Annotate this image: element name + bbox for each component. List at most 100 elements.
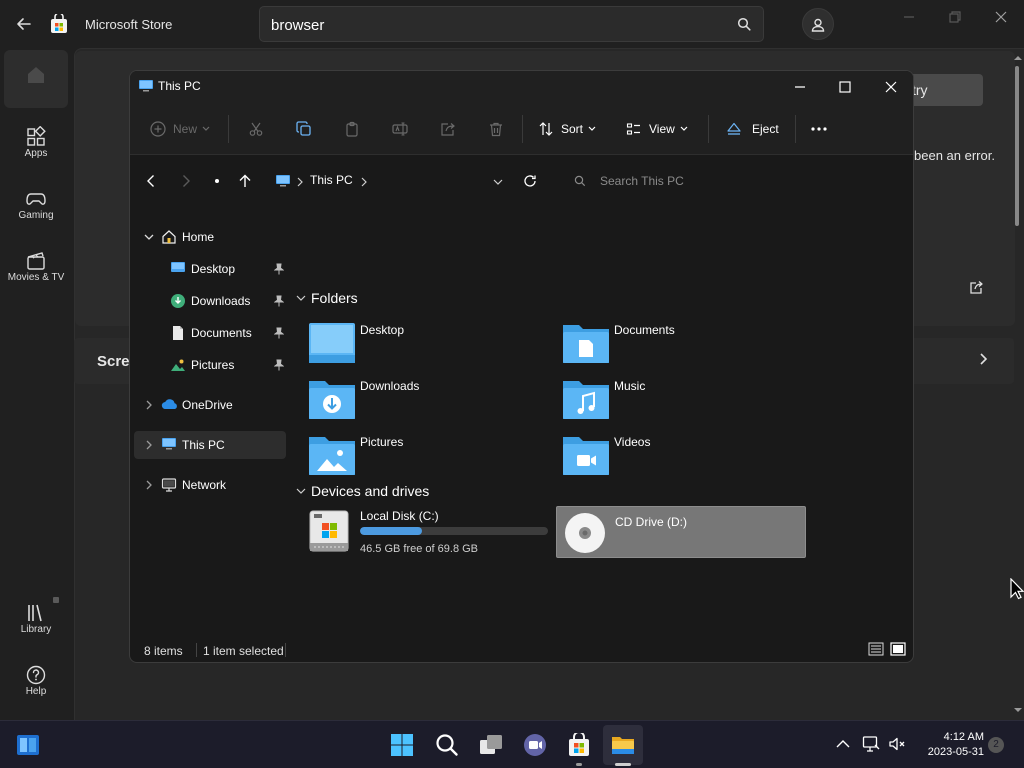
nav-item-downloads-label: Downloads — [191, 294, 251, 308]
notification-badge[interactable]: 2 — [988, 737, 1004, 753]
retry-button-label: try — [912, 82, 928, 98]
new-button[interactable]: New — [150, 117, 210, 141]
store-search-input[interactable] — [271, 15, 711, 35]
library-icon — [28, 604, 42, 622]
drive-name: Local Disk (C:) — [360, 509, 439, 523]
gamepad-icon — [26, 193, 46, 205]
clock-time: 4:12 AM — [943, 731, 984, 743]
explorer-content: Folders Desktop Documents Downloads Musi… — [290, 207, 913, 637]
new-button-label: New — [173, 122, 198, 136]
nav-apps[interactable]: Apps — [4, 112, 68, 170]
chevron-right-icon — [146, 440, 152, 450]
search-icon[interactable] — [435, 733, 459, 757]
clock-date: 2023-05-31 — [927, 746, 984, 758]
nav-item-documents[interactable]: Documents — [134, 319, 286, 347]
videos-folder-icon — [563, 437, 609, 475]
nav-item-onedrive[interactable]: OneDrive — [134, 391, 286, 419]
view-button-label: View — [649, 122, 675, 136]
scroll-thumb[interactable] — [1015, 66, 1019, 226]
folder-pictures[interactable]: Pictures — [302, 429, 552, 481]
chevron-right-icon — [297, 177, 303, 187]
nav-gaming[interactable]: Gaming — [4, 174, 68, 232]
view-button[interactable]: View — [626, 117, 688, 141]
nav-item-home[interactable]: Home — [134, 223, 286, 251]
share-button[interactable] — [440, 117, 456, 141]
devices-group-header[interactable]: Devices and drives — [296, 483, 429, 499]
recent-locations-icon[interactable] — [209, 173, 225, 189]
chevron-up-icon[interactable] — [834, 735, 852, 753]
close-icon[interactable] — [883, 79, 899, 95]
toolbar-separator — [795, 115, 796, 143]
nav-gaming-label: Gaming — [18, 210, 54, 221]
nav-item-pictures[interactable]: Pictures — [134, 351, 286, 379]
system-clock[interactable]: 4:12 AM 2023-05-31 — [912, 730, 984, 760]
network-icon[interactable] — [862, 735, 880, 753]
details-view-icon[interactable] — [868, 642, 884, 656]
eject-button[interactable]: Eject — [726, 117, 779, 141]
music-folder-icon — [563, 381, 609, 419]
folder-documents[interactable]: Documents — [556, 317, 806, 369]
minimize-icon[interactable] — [901, 9, 917, 25]
retry-button[interactable]: try — [903, 74, 983, 106]
share-icon[interactable] — [968, 280, 984, 296]
drive-cd-drive-d[interactable]: CD Drive (D:) — [556, 506, 806, 558]
chevron-right-icon[interactable] — [976, 352, 990, 366]
nav-item-downloads[interactable]: Downloads — [134, 287, 286, 315]
forward-arrow-icon[interactable] — [178, 173, 194, 189]
pin-icon — [274, 263, 284, 275]
user-account-button[interactable] — [802, 8, 834, 40]
folder-music[interactable]: Music — [556, 373, 806, 425]
downloads-folder-icon — [309, 381, 355, 419]
explorer-search-box[interactable] — [560, 167, 872, 195]
computer-icon — [276, 175, 290, 187]
store-logo-icon — [50, 14, 68, 34]
nav-item-desktop[interactable]: Desktop — [134, 255, 286, 283]
start-windows-icon[interactable] — [390, 733, 414, 757]
folder-desktop[interactable]: Desktop — [302, 317, 552, 369]
cut-button[interactable] — [248, 117, 264, 141]
back-arrow-icon[interactable] — [14, 14, 34, 34]
store-scrollbar[interactable] — [1013, 52, 1023, 718]
folders-group-header[interactable]: Folders — [296, 290, 358, 306]
search-icon[interactable] — [737, 17, 751, 31]
library-update-dot — [53, 597, 59, 603]
file-explorer-window: This PC New Sort View Eject This PC Sear… — [129, 70, 914, 663]
delete-button[interactable] — [488, 117, 504, 141]
folder-videos[interactable]: Videos — [556, 429, 806, 481]
screenshots-heading: Scre — [97, 353, 130, 370]
folder-downloads[interactable]: Downloads — [302, 373, 552, 425]
widgets-icon[interactable] — [16, 733, 40, 757]
address-bar[interactable]: This PC — [265, 167, 544, 195]
paste-button[interactable] — [344, 117, 360, 141]
up-arrow-icon[interactable] — [237, 173, 253, 189]
maximize-icon[interactable] — [837, 79, 853, 95]
folders-group-title: Folders — [311, 290, 358, 306]
microsoft-store-icon[interactable] — [567, 733, 591, 757]
nav-movies-tv[interactable]: Movies & TV — [4, 236, 68, 294]
explorer-titlebar[interactable]: This PC — [130, 71, 913, 103]
minimize-icon[interactable] — [792, 79, 808, 95]
more-options-button[interactable] — [810, 117, 828, 141]
nav-home[interactable] — [4, 50, 68, 108]
file-explorer-icon[interactable] — [611, 733, 635, 757]
copy-button[interactable] — [296, 117, 312, 141]
eject-icon — [727, 122, 741, 135]
rename-button[interactable] — [392, 117, 408, 141]
close-icon[interactable] — [993, 9, 1009, 25]
explorer-search-input[interactable] — [600, 171, 860, 191]
address-path-label[interactable]: This PC — [310, 173, 353, 187]
teams-chat-icon[interactable] — [523, 733, 547, 757]
store-search-box[interactable] — [259, 6, 764, 42]
drive-local-disk-c[interactable]: Local Disk (C:) 46.5 GB free of 69.8 GB — [302, 505, 552, 557]
drive-usage-bar — [360, 527, 548, 535]
nav-item-this-pc[interactable]: This PC — [134, 431, 286, 459]
sort-button[interactable]: Sort — [538, 117, 596, 141]
volume-muted-icon[interactable] — [888, 735, 906, 753]
nav-item-network[interactable]: Network — [134, 471, 286, 499]
tiles-view-icon[interactable] — [890, 642, 906, 656]
task-view-icon[interactable] — [479, 733, 503, 757]
store-app-title: Microsoft Store — [85, 17, 173, 32]
nav-help[interactable]: Help — [4, 650, 68, 708]
back-arrow-icon[interactable] — [143, 173, 159, 189]
restore-icon[interactable] — [947, 9, 963, 25]
